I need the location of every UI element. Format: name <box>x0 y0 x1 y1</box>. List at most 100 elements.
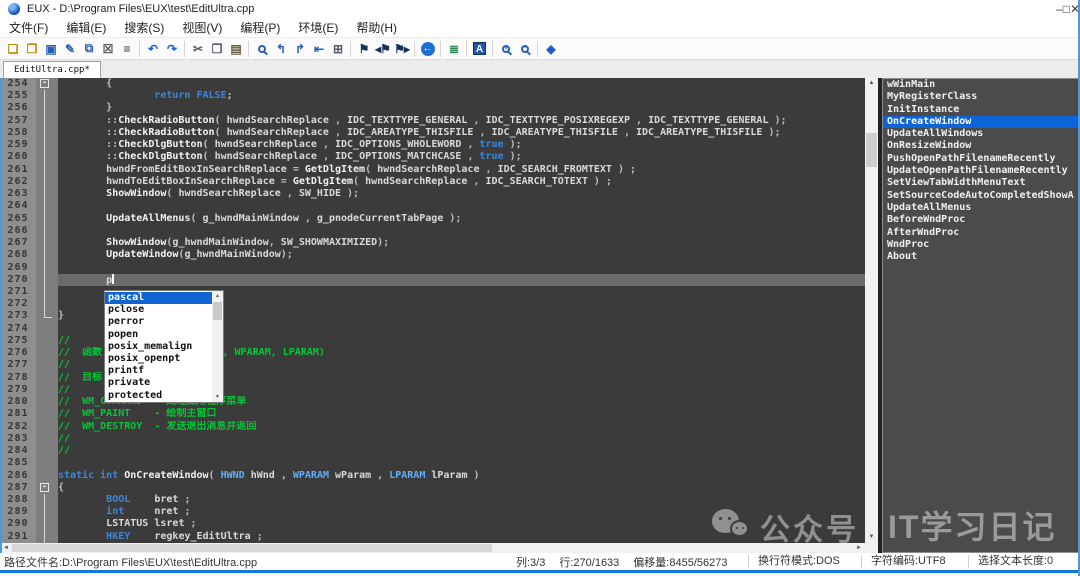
fold-collapse-icon[interactable]: - <box>40 79 49 88</box>
maximize-button[interactable]: □ <box>1063 2 1070 16</box>
autocomplete-scroll-thumb[interactable] <box>213 302 222 320</box>
prev-bookmark-icon[interactable]: ◂⚑ <box>373 40 392 58</box>
about-icon[interactable]: ◆ <box>541 40 560 58</box>
minimize-button[interactable]: – <box>1056 2 1063 16</box>
code-line[interactable]: 264 <box>0 200 865 212</box>
function-list-item[interactable]: AfterWndProc <box>883 227 1079 239</box>
scroll-down-icon[interactable]: ▼ <box>212 392 223 402</box>
function-list-item[interactable]: OnCreateWindow <box>883 116 1079 128</box>
autocomplete-item[interactable]: posix_openpt <box>105 353 212 365</box>
save-as-icon[interactable]: ✎ <box>60 40 79 58</box>
back-icon[interactable]: ← <box>418 40 437 58</box>
open-file-icon[interactable]: ❐ <box>22 40 41 58</box>
code-line[interactable]: 259 ::CheckDlgButton( hwndSearchReplace … <box>0 139 865 151</box>
code-line[interactable]: 257 ::CheckRadioButton( hwndSearchReplac… <box>0 115 865 127</box>
menu-environment[interactable]: 环境(E) <box>289 19 347 36</box>
code-line[interactable]: 261 hwndFromEditBoxInSearchReplace = Get… <box>0 164 865 176</box>
toolbar: ❏❐▣✎⧉☒≡ ↶↷ ✂❒▤ ↰↱⇤⊞ ⚑◂⚑⚑▸ ← ≣ A ◆ <box>0 38 1080 60</box>
function-list-item[interactable]: wWinMain <box>883 79 1079 91</box>
function-list-item[interactable]: About <box>883 251 1079 263</box>
menu-file[interactable]: 文件(F) <box>0 19 57 36</box>
redo-icon[interactable]: ↷ <box>162 40 181 58</box>
code-line[interactable]: 283// <box>0 433 865 445</box>
code-line[interactable]: 281// WM_PAINT - 绘制主窗口 <box>0 408 865 420</box>
code-line[interactable]: 262 hwndToEditBoxInSearchReplace = GetDl… <box>0 176 865 188</box>
autocomplete-item[interactable]: printf <box>105 365 212 377</box>
function-list-item[interactable]: WndProc <box>883 239 1079 251</box>
code-editor[interactable]: 254- {255 return FALSE;256 }257 ::CheckR… <box>0 78 878 553</box>
code-line[interactable]: 260 ::CheckDlgButton( hwndSearchReplace … <box>0 151 865 163</box>
function-list-item[interactable]: BeforeWndProc <box>883 214 1079 226</box>
autocomplete-item[interactable]: perror <box>105 316 212 328</box>
autocomplete-item[interactable]: protected <box>105 390 212 402</box>
code-line[interactable]: 256 } <box>0 102 865 114</box>
code-line[interactable]: 286static int OnCreateWindow( HWND hWnd … <box>0 470 865 482</box>
code-line[interactable]: 270 p <box>0 274 865 286</box>
function-list-item[interactable]: OnResizeWindow <box>883 140 1079 152</box>
save-all-icon[interactable]: ⧉ <box>79 40 98 58</box>
new-file-icon[interactable]: ❏ <box>3 40 22 58</box>
autocomplete-item[interactable]: popen <box>105 329 212 341</box>
file-list-icon[interactable]: ≡ <box>117 40 136 58</box>
menu-edit[interactable]: 编辑(E) <box>57 19 115 36</box>
copy-icon[interactable]: ❒ <box>207 40 226 58</box>
menu-program[interactable]: 编程(P) <box>231 19 289 36</box>
close-file-icon[interactable]: ☒ <box>98 40 117 58</box>
code-line[interactable]: 266 <box>0 225 865 237</box>
line-number: 271 <box>0 286 36 298</box>
autocomplete-item[interactable]: private <box>105 377 212 389</box>
code-line[interactable]: 258 ::CheckRadioButton( hwndSearchReplac… <box>0 127 865 139</box>
zoom-out-icon[interactable] <box>515 40 534 58</box>
symbol-list-icon[interactable]: ≣ <box>444 40 463 58</box>
menu-help[interactable]: 帮助(H) <box>347 19 406 36</box>
code-line[interactable]: 267 ShowWindow(g_hwndMainWindow, SW_SHOW… <box>0 237 865 249</box>
code-line[interactable]: 268 UpdateWindow(g_hwndMainWindow); <box>0 249 865 261</box>
zoom-in-icon[interactable] <box>496 40 515 58</box>
menu-view[interactable]: 视图(V) <box>173 19 231 36</box>
fold-toggle[interactable]: - <box>36 482 58 494</box>
code-line[interactable]: 254- { <box>0 78 865 90</box>
code-line[interactable]: 263 ShowWindow( hwndSearchReplace , SW_H… <box>0 188 865 200</box>
function-list-item[interactable]: MyRegisterClass <box>883 91 1079 103</box>
replace-icon[interactable]: ⊞ <box>328 40 347 58</box>
function-list-item[interactable]: PushOpenPathFilenameRecently <box>883 153 1079 165</box>
function-list-item[interactable]: SetViewTabWidthMenuText <box>883 177 1079 189</box>
function-list-item[interactable]: SetSourceCodeAutoCompletedShowA <box>883 190 1079 202</box>
function-list-item[interactable]: UpdateAllWindows <box>883 128 1079 140</box>
code-line[interactable]: 282// WM_DESTROY - 发送退出消息并返回 <box>0 421 865 433</box>
find-next-icon[interactable]: ↱ <box>290 40 309 58</box>
tab-editultra[interactable]: EditUltra.cpp* <box>3 61 101 78</box>
undo-icon[interactable]: ↶ <box>143 40 162 58</box>
function-list-item[interactable]: UpdateAllMenus <box>883 202 1079 214</box>
highlight-icon[interactable]: A <box>470 40 489 58</box>
editor-vscrollbar[interactable]: ▲ ▼ <box>865 78 878 543</box>
paste-icon[interactable]: ▤ <box>226 40 245 58</box>
code-line[interactable]: 269 <box>0 262 865 274</box>
scroll-up-icon[interactable]: ▲ <box>865 78 878 89</box>
autocomplete-item[interactable]: posix_memalign <box>105 341 212 353</box>
goto-line-icon[interactable]: ⇤ <box>309 40 328 58</box>
autocomplete-item[interactable]: pclose <box>105 304 212 316</box>
hscroll-thumb[interactable] <box>12 544 492 552</box>
next-bookmark-icon[interactable]: ⚑▸ <box>392 40 411 58</box>
fold-toggle[interactable]: - <box>36 78 58 90</box>
scroll-up-icon[interactable]: ▲ <box>212 291 223 301</box>
scroll-down-icon[interactable]: ▼ <box>865 532 878 543</box>
code-line[interactable]: 287-{ <box>0 482 865 494</box>
code-line[interactable]: 265 UpdateAllMenus( g_hwndMainWindow , g… <box>0 213 865 225</box>
code-line[interactable]: 285 <box>0 457 865 469</box>
code-line[interactable]: 255 return FALSE; <box>0 90 865 102</box>
fold-collapse-icon[interactable]: - <box>40 483 49 492</box>
save-icon[interactable]: ▣ <box>41 40 60 58</box>
autocomplete-scrollbar[interactable]: ▲ ▼ <box>212 291 223 402</box>
function-list-item[interactable]: InitInstance <box>883 104 1079 116</box>
autocomplete-item[interactable]: pascal <box>105 292 212 304</box>
find-prev-icon[interactable]: ↰ <box>271 40 290 58</box>
code-line[interactable]: 284// <box>0 445 865 457</box>
menu-search[interactable]: 搜索(S) <box>115 19 173 36</box>
function-list-item[interactable]: UpdateOpenPathFilenameRecently <box>883 165 1079 177</box>
bookmark-icon[interactable]: ⚑ <box>354 40 373 58</box>
find-icon[interactable] <box>252 40 271 58</box>
cut-icon[interactable]: ✂ <box>188 40 207 58</box>
vscroll-thumb[interactable] <box>866 133 877 167</box>
